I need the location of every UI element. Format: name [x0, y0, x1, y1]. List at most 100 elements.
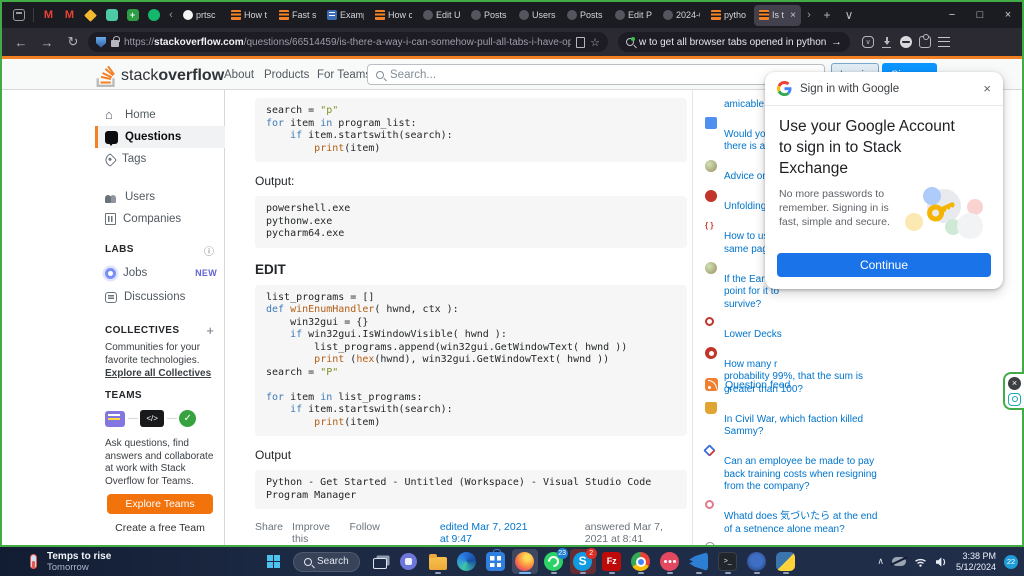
- home-icon: [105, 109, 118, 122]
- taskbar-app-icon[interactable]: 2: [570, 549, 596, 574]
- sidebar-item-questions[interactable]: Questions: [95, 126, 225, 148]
- hot-question-link[interactable]: In Civil War, which faction killed Sammy…: [705, 401, 883, 439]
- hot-question-link[interactable]: Whatd does 気づいたら at the end of a setnenc…: [705, 499, 883, 537]
- new-tab-button[interactable]: +: [816, 8, 838, 22]
- taskbar-app-icon[interactable]: [628, 549, 654, 574]
- window-minimize-button[interactable]: −: [938, 9, 966, 21]
- follow-link[interactable]: Follow: [350, 521, 380, 545]
- sidebar-item-companies[interactable]: Companies: [95, 208, 225, 230]
- capture-close-icon[interactable]: ×: [1008, 377, 1021, 390]
- share-link[interactable]: Share: [255, 521, 283, 545]
- window-close-button[interactable]: ×: [994, 9, 1022, 21]
- pinned-green-cross-icon[interactable]: [122, 6, 143, 24]
- browser-search-bar[interactable]: →: [618, 32, 850, 52]
- key-illustration: [901, 187, 987, 239]
- sidebar-item-users[interactable]: Users: [95, 186, 225, 208]
- lock-icon[interactable]: [111, 40, 119, 47]
- stackoverflow-logo[interactable]: stackoverflow: [95, 63, 224, 89]
- create-team-link[interactable]: Create a free Team: [95, 522, 225, 534]
- tracking-protection-shield-icon[interactable]: [96, 37, 106, 48]
- scroll-tabs-left-icon[interactable]: ‹: [164, 9, 178, 21]
- firefox-view-icon[interactable]: [8, 6, 29, 24]
- url-bar[interactable]: https://stackoverflow.com/questions/6651…: [88, 32, 608, 52]
- taskbar-app-icon[interactable]: [454, 549, 480, 574]
- browser-tab[interactable]: 2024-05-1: [658, 5, 705, 26]
- taskbar-app-icon[interactable]: [657, 549, 683, 574]
- taskbar-search[interactable]: Search: [293, 552, 360, 572]
- browser-tab[interactable]: prtsc: [178, 5, 225, 26]
- back-button[interactable]: ←: [10, 35, 32, 50]
- popup-close-icon[interactable]: ×: [983, 81, 991, 96]
- browser-tab[interactable]: How t: [226, 5, 273, 26]
- tray-expand-icon[interactable]: ∧: [877, 556, 884, 567]
- browser-tab[interactable]: Edit Post: [610, 5, 657, 26]
- pinned-binance-icon[interactable]: [80, 6, 101, 24]
- volume-icon[interactable]: [935, 557, 948, 567]
- taskbar-app-icon[interactable]: [367, 549, 393, 574]
- taskbar-app-icon[interactable]: [686, 549, 712, 574]
- browser-tab[interactable]: Posts ‹ Em: [466, 5, 513, 26]
- continue-button[interactable]: Continue: [777, 253, 991, 277]
- question-feed-link[interactable]: Question feed: [705, 378, 790, 391]
- browser-tab[interactable]: Users ‹ Em: [514, 5, 561, 26]
- browser-tab[interactable]: Is t ×: [754, 5, 801, 26]
- reader-mode-icon[interactable]: [576, 37, 585, 48]
- pinned-gmail-icon[interactable]: M: [38, 6, 59, 24]
- menu-icon[interactable]: [938, 37, 950, 47]
- explore-collectives-link[interactable]: Explore all Collectives: [105, 368, 211, 379]
- adblock-icon[interactable]: [900, 36, 912, 48]
- pinned-green-app-icon[interactable]: [101, 6, 122, 24]
- extension-icon[interactable]: [919, 36, 931, 48]
- info-icon[interactable]: ⓘ: [204, 243, 214, 258]
- browser-tab[interactable]: How c: [370, 5, 417, 26]
- browser-tab[interactable]: Fast s: [274, 5, 321, 26]
- explore-teams-button[interactable]: Explore Teams: [107, 494, 213, 514]
- bookmark-star-icon[interactable]: ☆: [590, 36, 600, 49]
- taskbar-app-icon[interactable]: 23: [541, 549, 567, 574]
- taskbar-app-icon[interactable]: [744, 549, 770, 574]
- browser-tab[interactable]: Examp: [322, 5, 369, 26]
- add-collective-icon[interactable]: +: [206, 323, 214, 338]
- hot-question-link[interactable]: Lower Decks: [705, 316, 883, 341]
- wifi-icon[interactable]: [914, 557, 927, 567]
- tab-close-icon[interactable]: ×: [790, 10, 796, 21]
- taskbar-app-icon[interactable]: [773, 549, 799, 574]
- browser-tab[interactable]: pytho: [706, 5, 753, 26]
- scroll-tabs-right-icon[interactable]: ›: [802, 9, 816, 21]
- pinned-green-circle-icon[interactable]: [143, 6, 164, 24]
- taskbar-app-icon[interactable]: [715, 549, 741, 574]
- reload-button[interactable]: ↻: [62, 34, 84, 50]
- forward-button[interactable]: →: [36, 35, 58, 50]
- list-all-tabs-icon[interactable]: ∨: [838, 8, 860, 22]
- browser-tab[interactable]: Posts ‹ Em: [562, 5, 609, 26]
- tab-title: How t: [244, 10, 268, 20]
- downloads-icon[interactable]: [881, 36, 893, 48]
- weather-widget[interactable]: Temps to rise Tomorrow: [30, 549, 111, 574]
- browser-search-input[interactable]: [639, 37, 826, 48]
- site-icon: [705, 220, 717, 232]
- pinned-gmail-icon-2[interactable]: M: [59, 6, 80, 24]
- notification-center-badge[interactable]: 22: [1004, 555, 1018, 569]
- window-maximize-button[interactable]: □: [966, 9, 994, 21]
- pocket-icon[interactable]: ∨: [862, 36, 874, 48]
- edited-timestamp-link[interactable]: edited Mar 7, 2021 at 9:47: [440, 521, 530, 545]
- popup-header-label: Sign in with Google: [800, 83, 975, 95]
- browser-tab[interactable]: Edit User A: [418, 5, 465, 26]
- clock[interactable]: 3:38 PM 5/12/2024: [956, 551, 996, 572]
- sidebar-item-tags[interactable]: Tags: [95, 148, 225, 170]
- go-arrow-icon[interactable]: →: [831, 36, 842, 48]
- site-search-bar[interactable]: Search...: [367, 64, 825, 85]
- taskbar-app-icon[interactable]: [512, 549, 538, 574]
- sidebar-item-home[interactable]: Home: [95, 104, 225, 126]
- capture-app-icon[interactable]: [1008, 393, 1021, 406]
- sidebar-item-discussions[interactable]: Discussions: [95, 286, 225, 308]
- onedrive-offline-icon[interactable]: [892, 557, 906, 566]
- taskbar-app-icon[interactable]: [599, 549, 625, 574]
- taskbar-app-icon[interactable]: [396, 549, 422, 574]
- start-button[interactable]: [260, 549, 286, 574]
- improve-answer-link[interactable]: Improve this answer: [292, 521, 340, 545]
- sidebar-item-jobs[interactable]: JobsNEW: [95, 262, 225, 284]
- hot-question-link[interactable]: Can an employee be made to pay back trai…: [705, 444, 883, 494]
- taskbar-app-icon[interactable]: [483, 549, 509, 574]
- taskbar-app-icon[interactable]: [425, 549, 451, 574]
